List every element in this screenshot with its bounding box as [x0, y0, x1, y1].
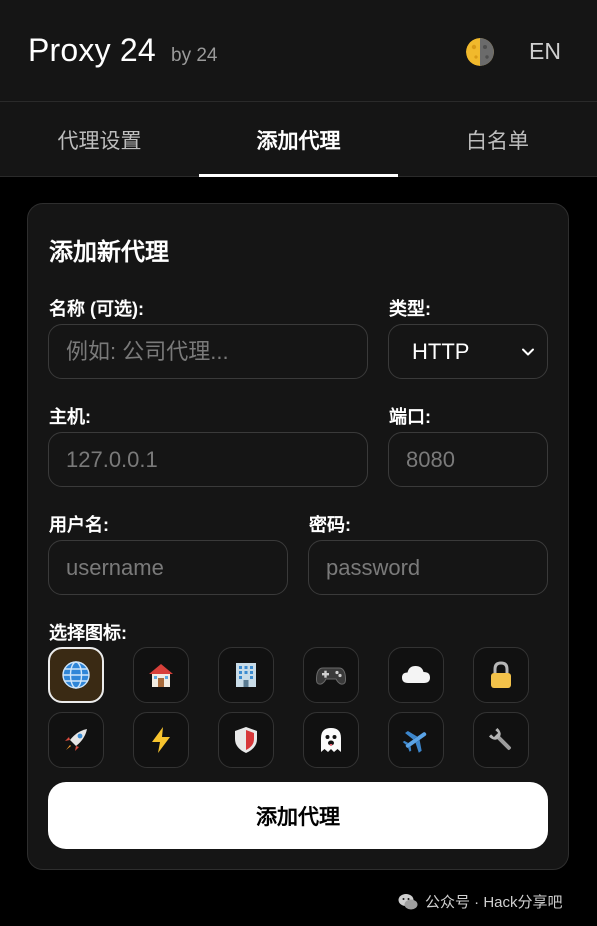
password-input[interactable]	[308, 540, 548, 595]
icon-select-label: 选择图标:	[49, 623, 127, 643]
icon-option-ghost[interactable]	[303, 712, 359, 768]
tab-add-proxy[interactable]: 添加代理	[199, 102, 398, 177]
icon-option-globe[interactable]	[48, 647, 104, 703]
lock-icon	[491, 661, 511, 688]
watermark-text: 公众号 · Hack分享吧	[425, 894, 563, 911]
add-proxy-card: 添加新代理 名称 (可选): 类型: HTTP 主机: 端口: 用户名: 密码:…	[27, 203, 569, 870]
name-input[interactable]	[48, 324, 368, 379]
host-label: 主机:	[49, 407, 91, 427]
icon-option-lightning[interactable]	[133, 712, 189, 768]
type-select-value: HTTP	[412, 339, 470, 364]
watermark: 公众号 · Hack分享吧	[398, 891, 563, 912]
app-subtitle: by 24	[171, 45, 218, 66]
theme-toggle-icon[interactable]	[466, 38, 494, 66]
port-input[interactable]	[388, 432, 548, 487]
icon-option-wrench[interactable]	[473, 712, 529, 768]
type-label: 类型:	[389, 299, 431, 319]
username-input[interactable]	[48, 540, 288, 595]
name-label: 名称 (可选):	[49, 299, 144, 319]
house-icon	[149, 664, 173, 687]
username-label: 用户名:	[49, 515, 109, 535]
ghost-icon	[321, 728, 341, 752]
shield-icon	[235, 727, 257, 753]
port-label: 端口:	[389, 407, 431, 427]
app-title: Proxy 24	[28, 32, 156, 68]
chevron-down-icon	[522, 348, 534, 356]
icon-option-shield[interactable]	[218, 712, 274, 768]
tab-proxy-settings[interactable]: 代理设置	[0, 102, 199, 177]
lightning-icon	[152, 727, 170, 753]
cloud-icon	[402, 666, 430, 683]
office-building-icon	[236, 663, 256, 687]
host-input[interactable]	[48, 432, 368, 487]
password-label: 密码:	[309, 515, 351, 535]
icon-option-gamepad[interactable]	[303, 647, 359, 703]
icon-option-house[interactable]	[133, 647, 189, 703]
icon-option-cloud[interactable]	[388, 647, 444, 703]
airplane-icon	[402, 731, 427, 753]
tab-bar: 代理设置 添加代理 白名单	[0, 102, 597, 177]
rocket-icon	[65, 729, 87, 751]
wrench-icon	[488, 727, 511, 750]
icon-option-lock[interactable]	[473, 647, 529, 703]
header: Proxy 24 by 24 EN	[0, 0, 597, 102]
app-window: Proxy 24 by 24 EN 代理设置 添加代理 白名单 添加新代理 名称…	[0, 0, 597, 926]
wechat-icon	[398, 893, 418, 909]
globe-icon	[62, 661, 90, 689]
icon-option-office[interactable]	[218, 647, 274, 703]
game-controller-icon	[315, 667, 347, 685]
icon-option-airplane[interactable]	[388, 712, 444, 768]
type-select[interactable]: HTTP	[388, 324, 548, 379]
card-title: 添加新代理	[49, 239, 169, 266]
icon-option-rocket[interactable]	[48, 712, 104, 768]
add-proxy-button[interactable]: 添加代理	[48, 782, 548, 849]
language-toggle-button[interactable]: EN	[529, 38, 561, 65]
tab-whitelist[interactable]: 白名单	[398, 102, 597, 177]
